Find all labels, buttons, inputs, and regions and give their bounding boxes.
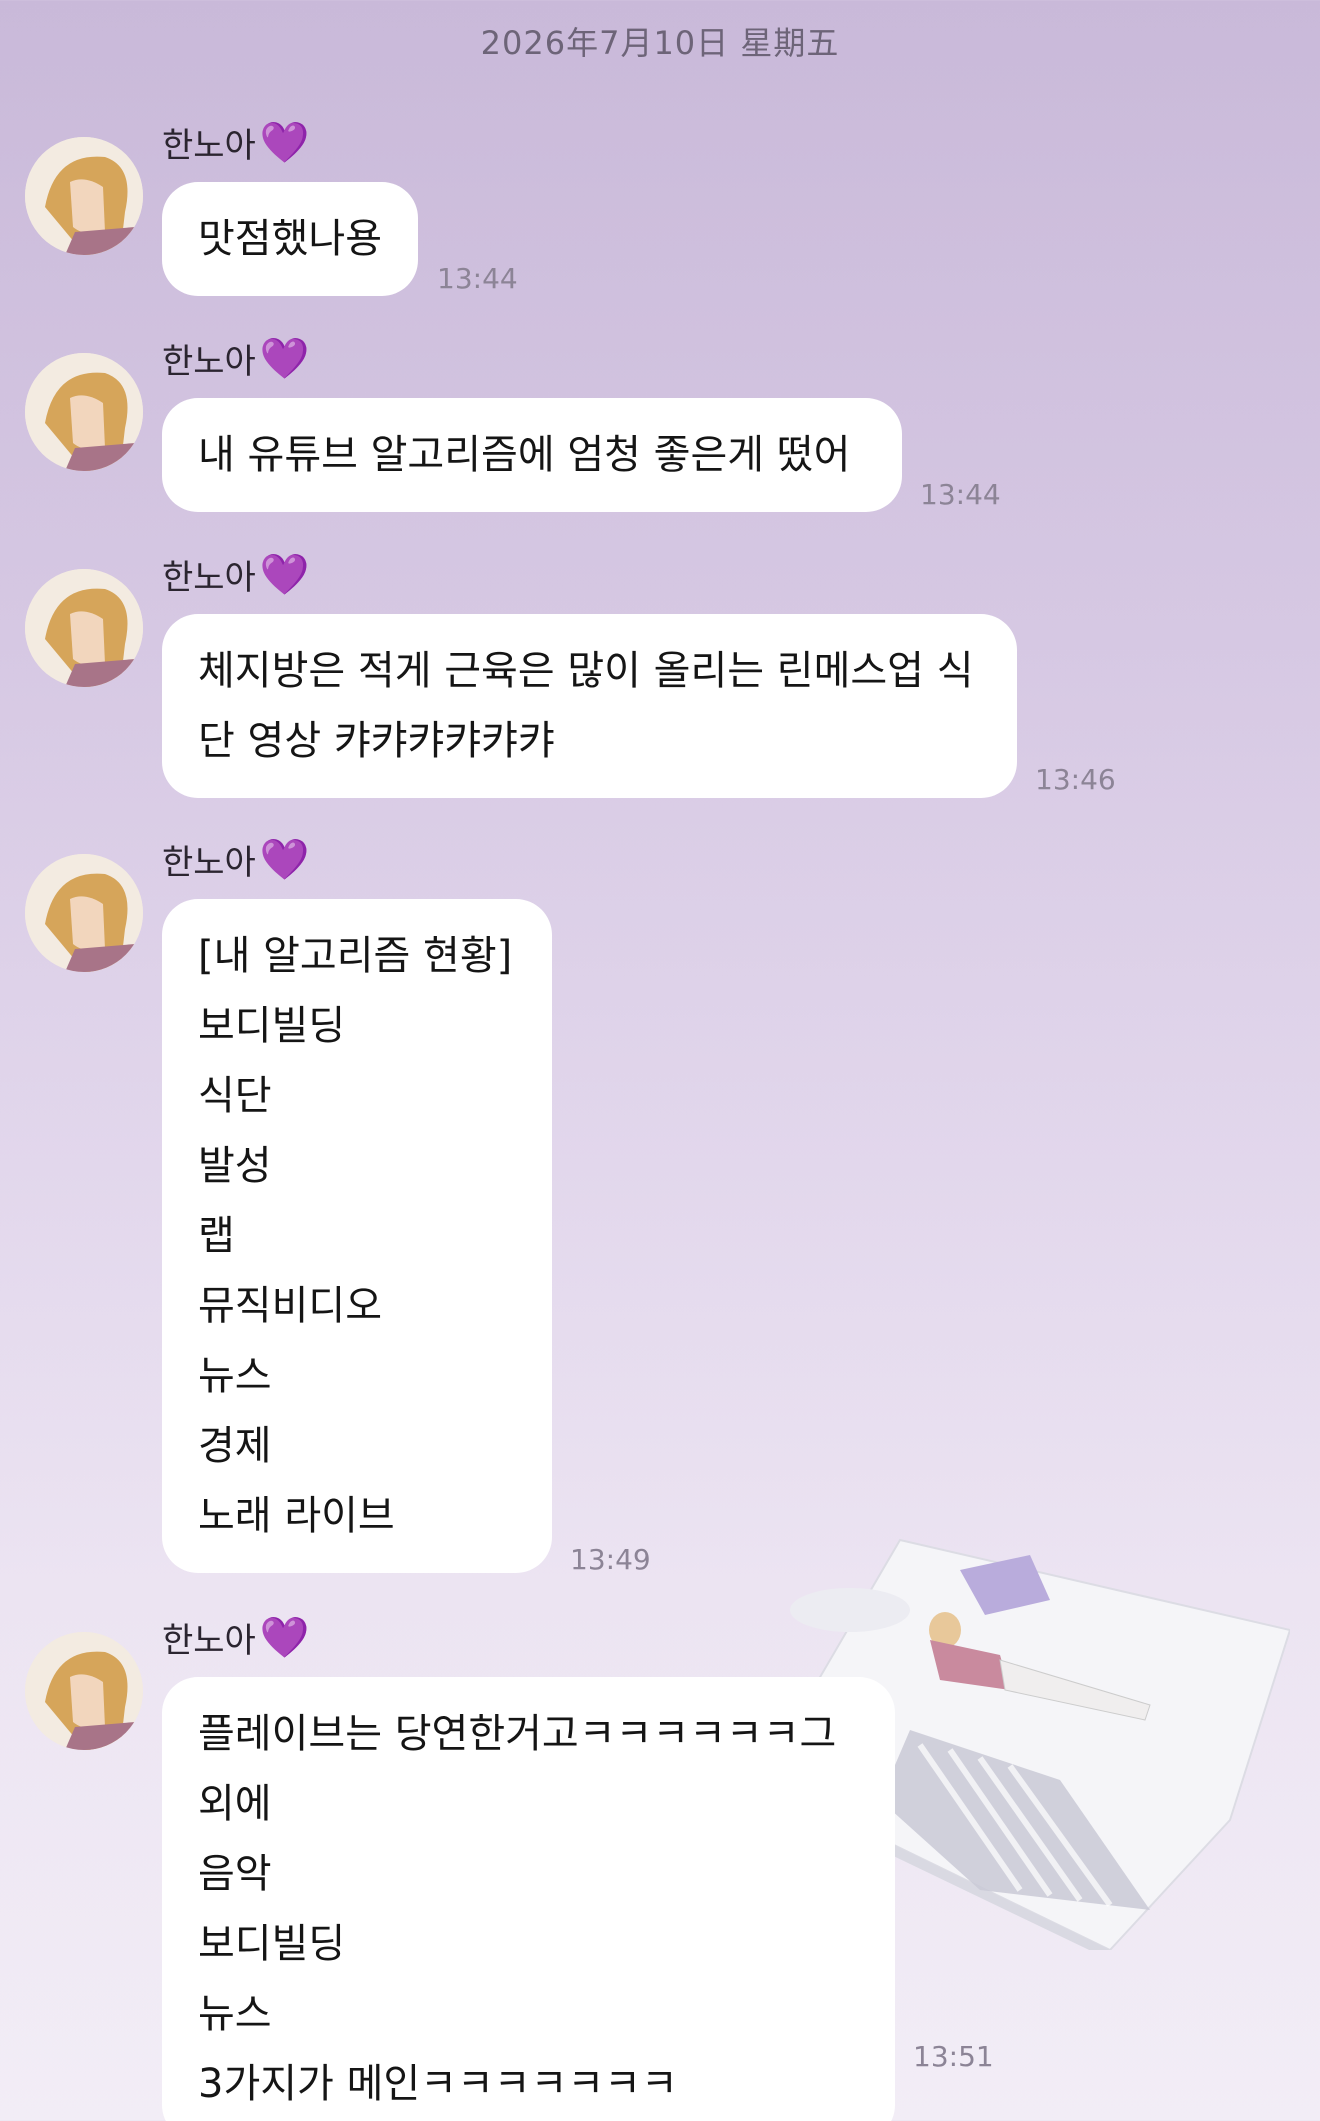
sender-name-text: 한노아	[162, 126, 256, 166]
sender-name: 한노아 💜	[162, 550, 310, 599]
sender-name: 한노아 💜	[162, 334, 310, 383]
sender-name-text: 한노아	[162, 342, 256, 382]
sender-name: 한노아 💜	[162, 1613, 310, 1662]
message-time: 13:51	[913, 2040, 994, 2073]
purple-heart-icon: 💜	[259, 836, 310, 883]
message-bubble[interactable]: 내 유튜브 알고리즘에 엄청 좋은게 떴어	[162, 398, 902, 512]
purple-heart-icon: 💜	[259, 119, 310, 166]
avatar[interactable]	[25, 1632, 143, 1750]
avatar[interactable]	[25, 137, 143, 255]
avatar-illustration-icon	[25, 569, 143, 687]
avatar-illustration-icon	[25, 353, 143, 471]
message-bubble[interactable]: 체지방은 적게 근육은 많이 올리는 린메스업 식 단 영상 캬캬캬캬캬캬	[162, 614, 1017, 798]
avatar[interactable]	[25, 854, 143, 972]
purple-heart-icon: 💜	[259, 1614, 310, 1661]
purple-heart-icon: 💜	[259, 335, 310, 382]
avatar[interactable]	[25, 353, 143, 471]
message-bubble[interactable]: 맛점했나용	[162, 182, 418, 296]
sender-name: 한노아 💜	[162, 118, 310, 167]
date-divider: 2026年7月10日 星期五	[480, 24, 840, 62]
sender-name-text: 한노아	[162, 843, 256, 883]
sender-name-text: 한노아	[162, 558, 256, 598]
message-time: 13:44	[437, 262, 518, 295]
message-time: 13:46	[1035, 763, 1116, 796]
message-time: 13:49	[570, 1543, 651, 1576]
avatar-illustration-icon	[25, 137, 143, 255]
message-bubble[interactable]: [내 알고리즘 현황] 보디빌딩 식단 발성 랩 뮤직비디오 뉴스 경제 노래 …	[162, 899, 552, 1573]
message-bubble[interactable]: 플레이브는 당연한거고ㅋㅋㅋㅋㅋㅋ그 외에 음악 보디빌딩 뉴스 3가지가 메인…	[162, 1677, 895, 2121]
avatar-illustration-icon	[25, 1632, 143, 1750]
avatar-illustration-icon	[25, 854, 143, 972]
avatar[interactable]	[25, 569, 143, 687]
sender-name-text: 한노아	[162, 1621, 256, 1661]
message-time: 13:44	[920, 478, 1001, 511]
sender-name: 한노아 💜	[162, 835, 310, 884]
purple-heart-icon: 💜	[259, 551, 310, 598]
